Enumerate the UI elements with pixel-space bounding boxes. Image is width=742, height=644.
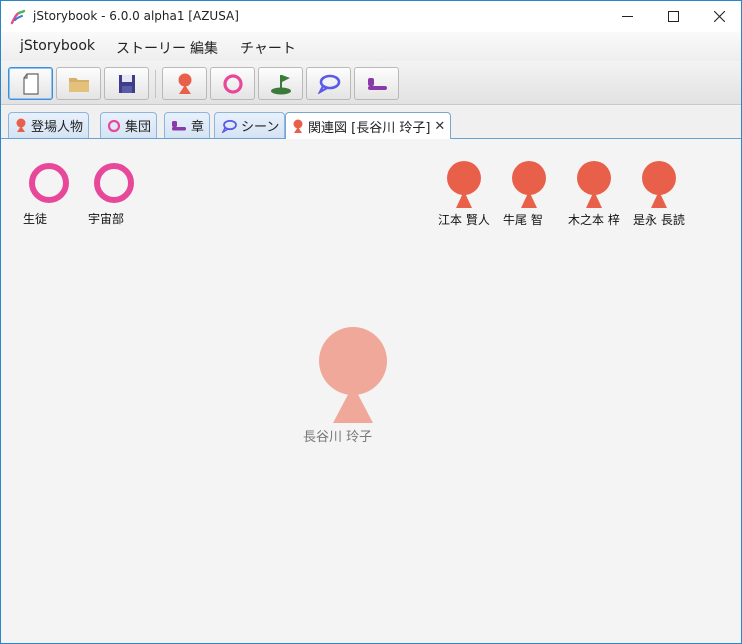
person-node-ushio[interactable] [510, 160, 548, 208]
window-title: jStorybook - 6.0.0 alpha1 [AZUSA] [33, 9, 239, 23]
tab-chapters-label: 章 [191, 120, 205, 135]
group-ring-icon [94, 163, 134, 203]
close-button[interactable] [696, 1, 741, 32]
location-flag-icon [270, 74, 291, 94]
person-label-kinomoto: 木之本 梓 [568, 213, 620, 227]
menu-jstorybook[interactable]: jStorybook [20, 38, 95, 54]
menu-edit[interactable]: 編集 [190, 38, 218, 58]
menu-chart[interactable]: チャート [240, 38, 296, 58]
scene-bubble-icon [221, 119, 237, 133]
tab-groups[interactable]: 集団 [100, 112, 158, 138]
tab-characters-label: 登場人物 [31, 120, 84, 135]
person-icon [319, 327, 387, 423]
open-folder-button[interactable] [56, 67, 101, 100]
person-label-emoto: 江本 賢人 [438, 213, 490, 227]
group-node-space-club[interactable] [89, 161, 141, 205]
group-ring-icon [29, 163, 69, 203]
tab-relation-chart[interactable]: 関連図 [長谷川 玲子] ✕ [285, 112, 452, 139]
group-node-student[interactable] [23, 161, 75, 205]
tab-bar: 登場人物 集団 章 シーン 関連図 [長谷川 玲子] ✕ [1, 106, 741, 139]
toolbar [1, 61, 741, 105]
person-node-emoto[interactable] [445, 160, 483, 208]
person-icon [292, 119, 304, 134]
person-node-korenaga[interactable] [640, 160, 678, 208]
save-icon [118, 74, 135, 93]
new-file-button[interactable] [8, 67, 53, 100]
title-bar: jStorybook - 6.0.0 alpha1 [AZUSA] [1, 1, 741, 32]
toolbar-separator [155, 70, 156, 98]
add-chapter-button[interactable] [354, 67, 399, 100]
maximize-button[interactable] [650, 1, 696, 32]
person-label-center-hasegawa: 長谷川 玲子 [303, 430, 373, 445]
open-folder-icon [68, 77, 89, 92]
minimize-button[interactable] [604, 1, 650, 32]
app-logo-icon [10, 9, 26, 25]
tab-close-icon[interactable]: ✕ [434, 119, 445, 134]
add-person-button[interactable] [162, 67, 207, 100]
menu-bar: jStorybook ストーリー 編集 チャート [1, 32, 741, 61]
person-icon [577, 161, 611, 208]
new-file-icon [22, 72, 39, 95]
group-label-space-club: 宇宙部 [88, 212, 125, 226]
person-icon [178, 73, 191, 94]
add-group-button[interactable] [210, 67, 255, 100]
person-icon [447, 161, 481, 208]
person-node-center-hasegawa[interactable] [317, 325, 389, 423]
person-label-ushio: 牛尾 智 [503, 213, 543, 227]
person-label-korenaga: 是永 長読 [633, 213, 685, 227]
close-icon [713, 11, 725, 22]
tab-scenes-label: シーン [241, 120, 280, 135]
tab-chapters[interactable]: 章 [164, 112, 211, 138]
chapter-icon [367, 77, 387, 90]
tab-scenes[interactable]: シーン [214, 112, 286, 138]
group-ring-icon [107, 119, 121, 133]
save-button[interactable] [104, 67, 149, 100]
scene-bubble-icon [317, 74, 340, 94]
tab-groups-label: 集団 [125, 120, 152, 135]
person-icon [512, 161, 546, 208]
person-icon [15, 118, 27, 133]
chapter-icon [171, 119, 187, 133]
group-ring-icon [222, 73, 243, 94]
group-label-student: 生徒 [23, 212, 48, 226]
app-window: jStorybook - 6.0.0 alpha1 [AZUSA] jStory… [0, 0, 742, 644]
tab-characters[interactable]: 登場人物 [8, 112, 90, 138]
tab-relation-chart-label: 関連図 [長谷川 玲子] [308, 120, 431, 136]
add-scene-button[interactable] [306, 67, 351, 100]
person-node-kinomoto[interactable] [575, 160, 613, 208]
minimize-icon [621, 16, 633, 17]
maximize-icon [667, 11, 679, 22]
menu-story[interactable]: ストーリー [116, 38, 186, 58]
relation-diagram-canvas: 生徒 宇宙部 江本 賢人 牛尾 智 木之本 梓 是永 長読 長谷川 玲子 [1, 139, 741, 643]
person-icon [642, 161, 676, 208]
add-location-button[interactable] [258, 67, 303, 100]
